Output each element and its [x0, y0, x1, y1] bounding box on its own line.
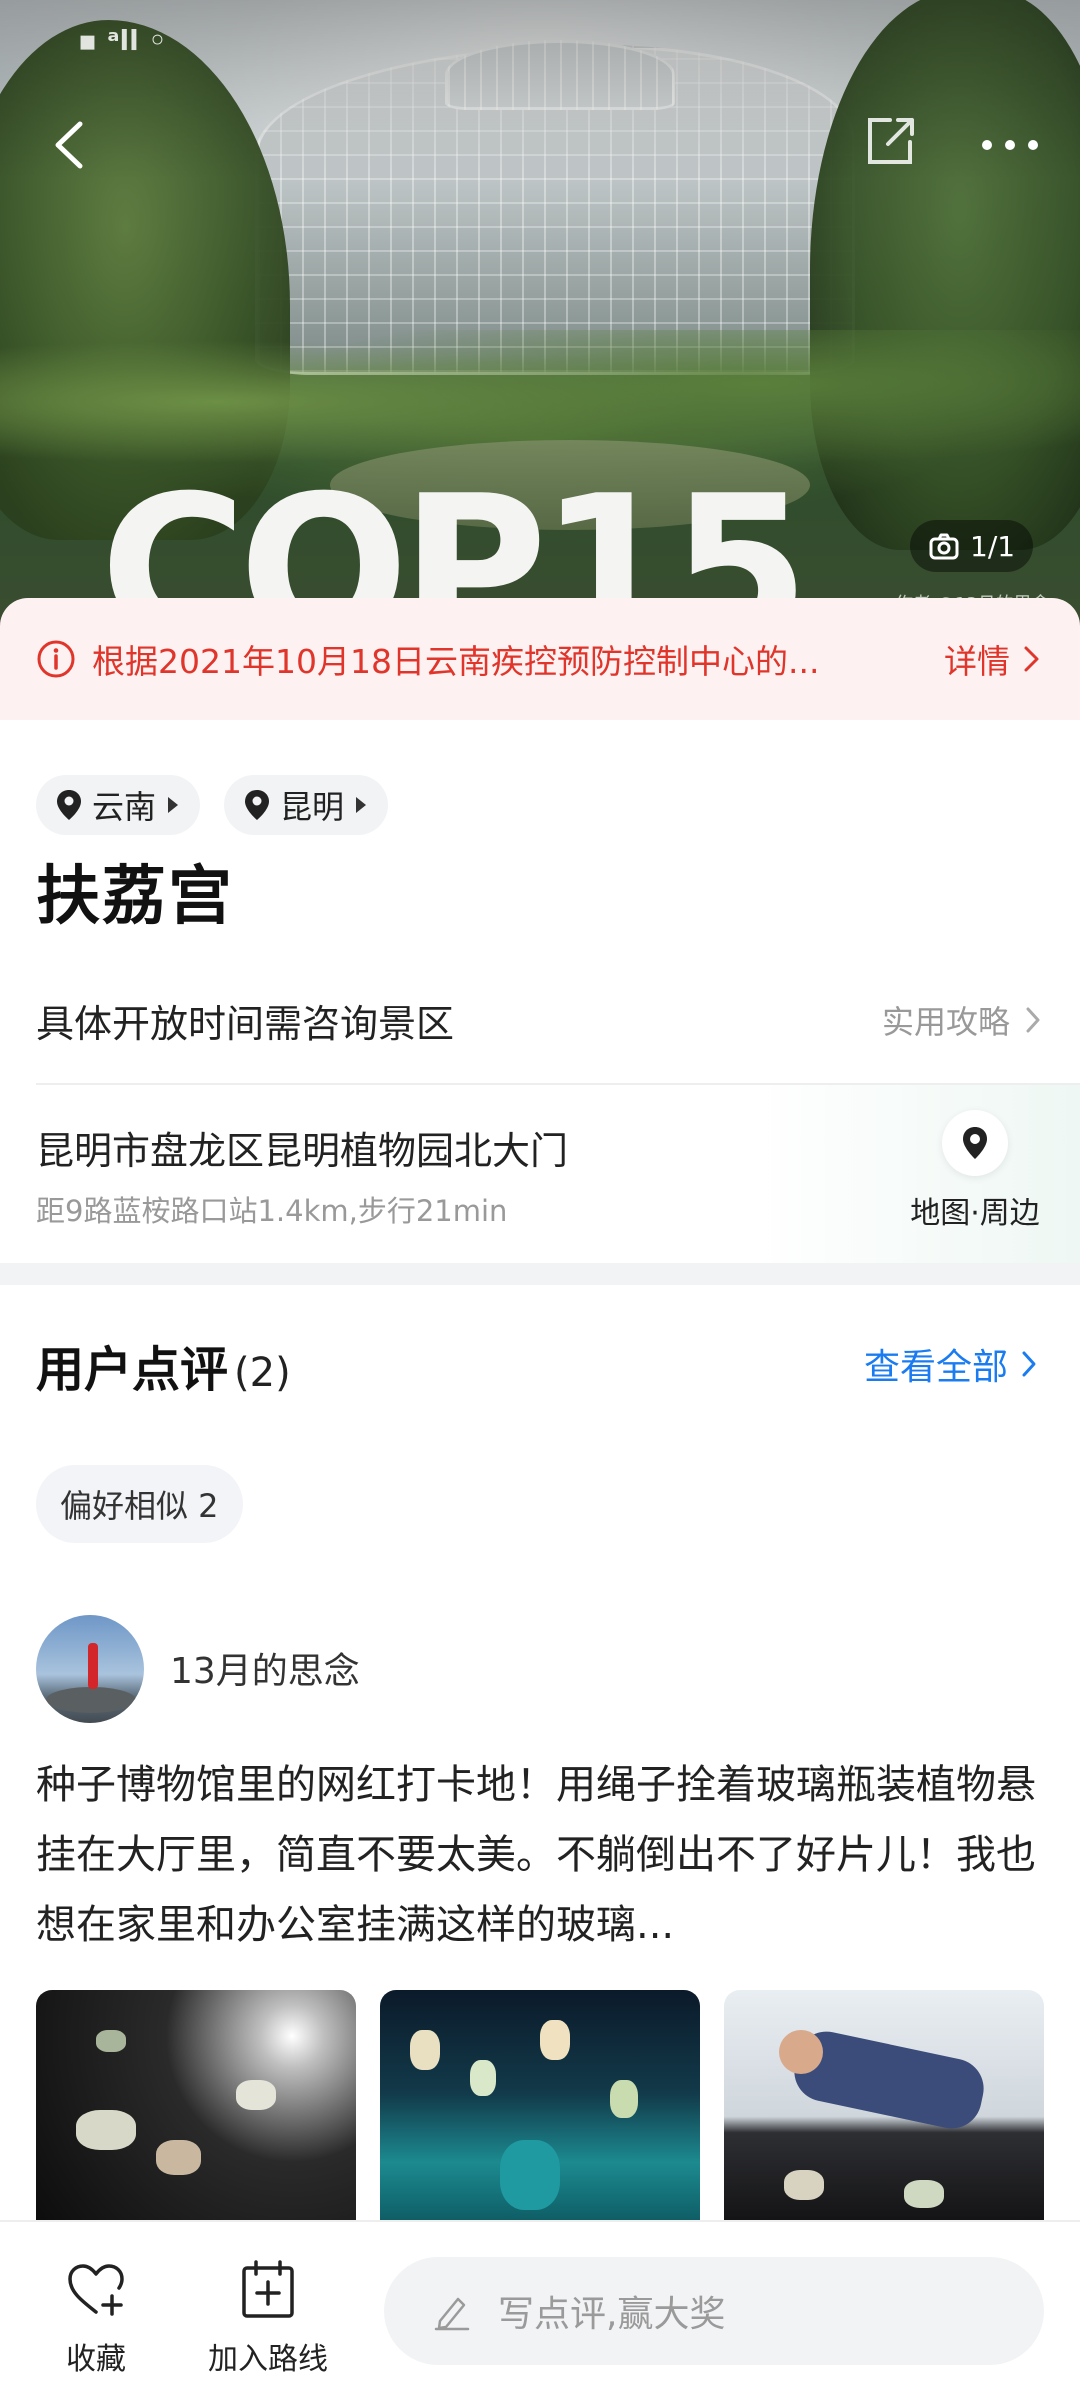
- photo-detail: [540, 2020, 570, 2060]
- opening-hours-row[interactable]: 具体开放时间需咨询景区 实用攻略: [36, 990, 1044, 1050]
- reviews-header: 用户点评 (2): [36, 1330, 291, 1400]
- review-photos: [36, 1990, 1044, 2220]
- camera-icon: [929, 533, 959, 560]
- photo-counter[interactable]: 1/1: [910, 520, 1034, 572]
- favorite-label: 收藏: [66, 2342, 126, 2377]
- see-all-label: 查看全部: [863, 1347, 1008, 1388]
- bottom-action-bar: 收藏 加入路线 写点评,赢大奖: [0, 2220, 1080, 2400]
- location-pin-icon: [57, 790, 81, 820]
- favorite-button[interactable]: 收藏: [56, 2258, 136, 2378]
- map-nearby-label: 地图·周边: [910, 1196, 1040, 1231]
- photo-detail: [76, 2110, 136, 2150]
- notice-banner[interactable]: 根据2021年10月18日云南疾控预防控制中心的... 详情: [0, 598, 1080, 720]
- photo-detail: [470, 2060, 496, 2096]
- chevron-left-icon: [55, 121, 83, 169]
- more-button[interactable]: [975, 120, 1045, 170]
- notice-details-link[interactable]: 详情: [944, 635, 1044, 683]
- review-username[interactable]: 13月的思念: [170, 1642, 360, 1694]
- review-photo[interactable]: [380, 1990, 700, 2220]
- write-review-input[interactable]: 写点评,赢大奖: [384, 2257, 1044, 2365]
- notice-details-label: 详情: [944, 642, 1010, 681]
- location-pin-icon: [245, 790, 270, 820]
- chevron-right-icon: [1024, 646, 1039, 672]
- see-all-reviews-link[interactable]: 查看全部: [864, 1338, 1040, 1390]
- photo-detail: [904, 2180, 944, 2208]
- back-button[interactable]: [40, 110, 100, 180]
- tag-city-label: 昆明: [280, 788, 345, 826]
- review-text[interactable]: 种子博物馆里的网红打卡地！用绳子拴着玻璃瓶装植物悬挂在大厅里，简直不要太美。不躺…: [36, 1750, 1046, 1960]
- photo-detail: [236, 2080, 276, 2110]
- transit-distance: 距9路蓝桉路口站1.4km,步行21min: [36, 1194, 508, 1228]
- map-nearby-button[interactable]: 地图·周边: [890, 1110, 1060, 1240]
- filter-chip-similar-preference[interactable]: 偏好相似 2: [36, 1465, 243, 1543]
- photo-detail: [156, 2140, 201, 2175]
- status-bar-icons: ▪ ᵃll ◦: [78, 24, 167, 57]
- info-circle-icon: [37, 640, 75, 678]
- tag-city[interactable]: 昆明: [224, 775, 389, 835]
- reviews-count: (2): [234, 1350, 291, 1396]
- place-title: 扶荔宫: [36, 860, 234, 934]
- add-route-button[interactable]: 加入路线: [198, 2258, 338, 2378]
- caret-right-icon: [168, 797, 179, 813]
- photo-detail: [610, 2080, 638, 2118]
- notice-text: 根据2021年10月18日云南疾控预防控制中心的...: [92, 642, 820, 681]
- chevron-right-icon: [1026, 1007, 1040, 1033]
- location-tags: 云南 昆明: [36, 775, 389, 835]
- review-photo[interactable]: [724, 1990, 1044, 2220]
- photo-person-head: [779, 2030, 823, 2074]
- pencil-icon: [434, 2297, 470, 2331]
- caret-right-icon: [356, 797, 367, 813]
- write-review-placeholder: 写点评,赢大奖: [498, 2294, 726, 2335]
- reviews-title: 用户点评: [36, 1342, 229, 1398]
- location-pin-icon: [963, 1127, 987, 1159]
- practical-guide-label: 实用攻略: [881, 1003, 1010, 1041]
- avatar[interactable]: [36, 1615, 144, 1723]
- share-icon: [868, 118, 914, 164]
- map-pin-circle: [942, 1110, 1008, 1176]
- section-separator: [0, 1263, 1080, 1285]
- tag-province[interactable]: 云南: [36, 775, 201, 835]
- avatar-rock: [46, 1687, 136, 1713]
- tag-province-label: 云南: [92, 788, 157, 826]
- heart-plus-icon: [68, 2264, 124, 2316]
- practical-guide-link[interactable]: 实用攻略: [882, 997, 1044, 1043]
- share-button[interactable]: [860, 112, 920, 172]
- more-dots-icon: [982, 140, 1038, 150]
- review-photo[interactable]: [36, 1990, 356, 2220]
- avatar-figure: [88, 1643, 98, 1689]
- photo-detail: [96, 2030, 126, 2052]
- photo-counter-text: 1/1: [970, 529, 1016, 563]
- chevron-right-icon: [1022, 1351, 1036, 1377]
- calendar-plus-icon: [242, 2260, 294, 2318]
- opening-hours: 具体开放时间需咨询景区: [36, 1001, 455, 1046]
- photo-detail: [500, 2140, 560, 2210]
- photo-detail: [784, 2170, 824, 2200]
- photo-detail: [410, 2030, 440, 2070]
- address: 昆明市盘龙区昆明植物园北大门: [36, 1129, 569, 1173]
- add-route-label: 加入路线: [208, 2342, 328, 2377]
